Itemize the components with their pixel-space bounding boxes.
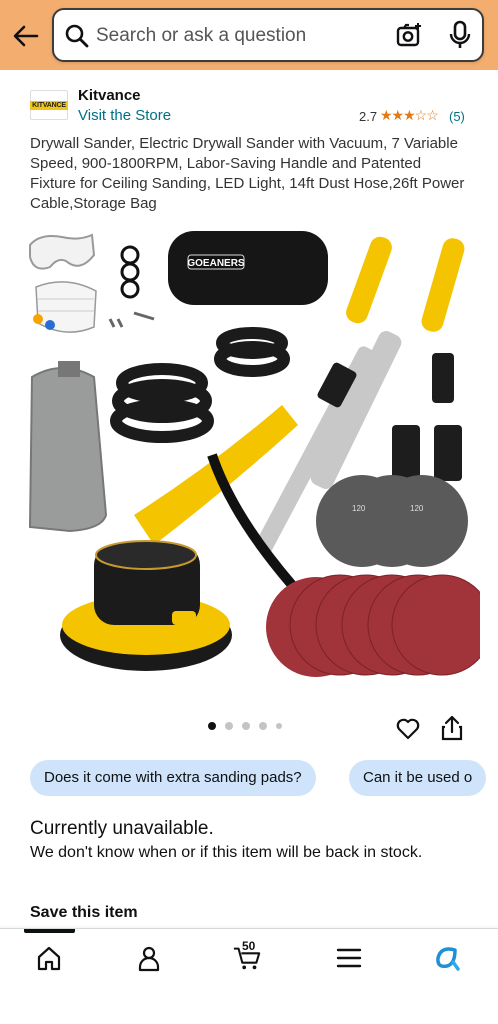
product-image[interactable]: GOEANERS 120 120 (22, 215, 493, 693)
carousel-dot-5[interactable] (276, 723, 282, 729)
search-input[interactable]: Search or ask a question (52, 8, 484, 62)
product-title: Drywall Sander, Electric Drywall Sander … (30, 135, 465, 212)
save-item-heading[interactable]: Save this item (30, 904, 138, 922)
svg-text:120: 120 (410, 504, 424, 513)
brand-logo[interactable]: KITVANCE (30, 90, 68, 120)
image-carousel-dots[interactable] (208, 722, 282, 730)
back-arrow-icon[interactable] (10, 20, 42, 52)
nav-active-indicator (24, 929, 75, 933)
carousel-dot-2[interactable] (225, 722, 233, 730)
brand-name[interactable]: Kitvance (78, 87, 141, 104)
safety-glasses (29, 233, 96, 270)
account-icon[interactable] (134, 943, 164, 973)
search-placeholder: Search or ask a question (96, 25, 307, 46)
rating-stars[interactable]: ★★★☆☆ (380, 107, 439, 124)
question-chip-sanding-pads[interactable]: Does it come with extra sanding pads? (30, 760, 316, 796)
camera-icon[interactable] (395, 21, 423, 49)
svg-text:120: 120 (352, 504, 366, 513)
rufus-icon[interactable] (432, 943, 462, 973)
sanding-pads (266, 574, 493, 677)
carousel-dot-3[interactable] (242, 722, 250, 730)
share-icon[interactable] (440, 714, 464, 742)
bag-logo: GOEANERS (187, 258, 245, 269)
carousel-dot-1[interactable] (208, 722, 216, 730)
availability-message: We don't know when or if this item will … (30, 844, 423, 861)
rating-count[interactable]: (5) (449, 109, 465, 124)
visit-store-link[interactable]: Visit the Store (78, 107, 171, 124)
sander-head (60, 540, 232, 671)
brand-logo-text: KITVANCE (30, 100, 68, 110)
storage-bag: GOEANERS (168, 231, 328, 305)
top-bar: Search or ask a question (0, 0, 498, 70)
availability-heading: Currently unavailable. (30, 818, 214, 839)
search-icon (65, 24, 89, 48)
heart-icon[interactable] (395, 716, 421, 742)
cart-count-badge: 50 (242, 939, 256, 953)
dust-hose (110, 327, 290, 443)
question-chips: Does it come with extra sanding pads? Ca… (30, 760, 498, 796)
question-chip-usage[interactable]: Can it be used o (349, 760, 487, 796)
carousel-dot-4[interactable] (259, 722, 267, 730)
microphone-icon[interactable] (446, 20, 474, 50)
home-icon[interactable] (34, 943, 64, 973)
rating-value: 2.7 (359, 109, 378, 124)
menu-icon[interactable] (334, 943, 364, 973)
